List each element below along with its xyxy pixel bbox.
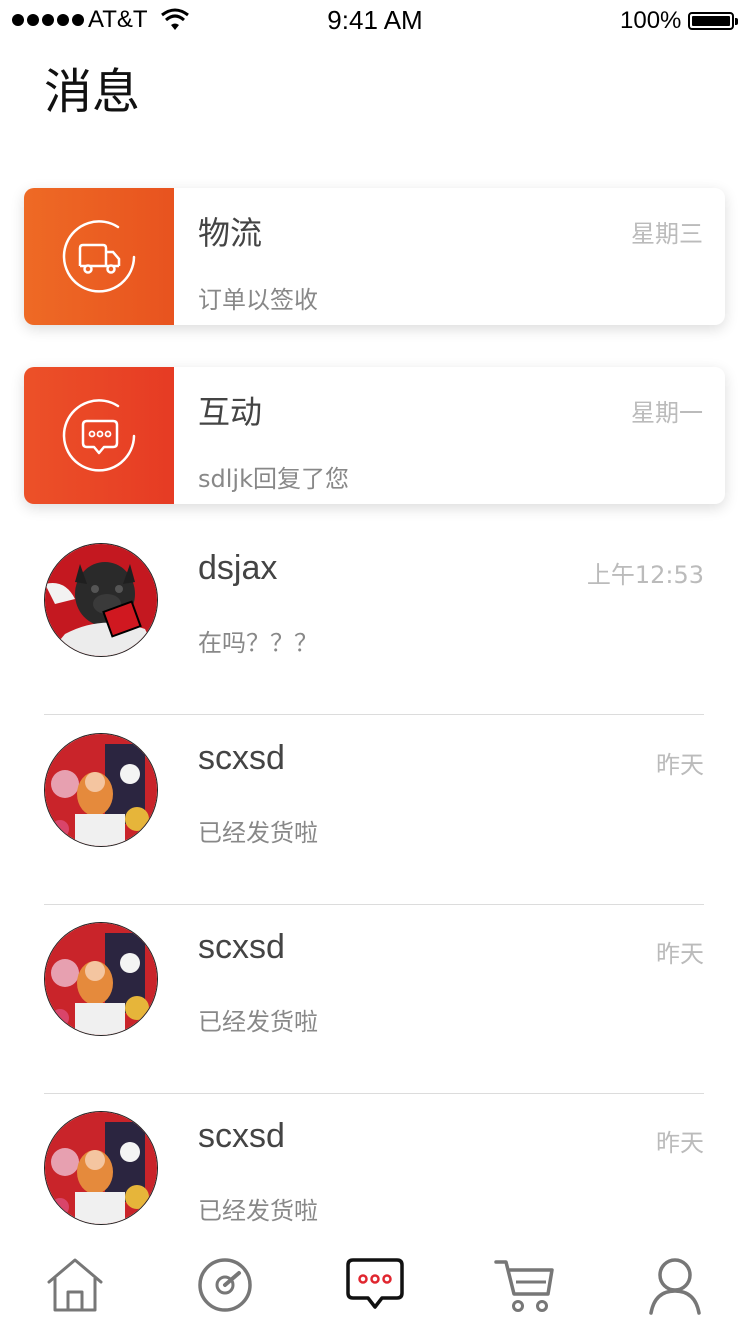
message-preview: 已经发货啦 bbox=[198, 819, 318, 847]
contact-name: scxsd bbox=[198, 1117, 285, 1155]
battery-percentage: 100% bbox=[620, 7, 682, 34]
battery-icon bbox=[688, 12, 738, 30]
message-icon bbox=[346, 1258, 404, 1309]
message-row-scxsd[interactable]: scxsd 昨天 已经发货啦 bbox=[44, 904, 704, 1094]
card-time: 星期一 bbox=[631, 399, 703, 427]
logistics-icon-panel bbox=[24, 188, 174, 325]
card-subtitle: 订单以签收 bbox=[198, 286, 318, 314]
message-row-scxsd[interactable]: scxsd 昨天 已经发货啦 bbox=[44, 1093, 704, 1240]
card-time: 星期三 bbox=[631, 220, 703, 248]
chat-bubble-icon bbox=[62, 398, 136, 472]
avatar bbox=[44, 543, 158, 657]
truck-icon bbox=[62, 219, 136, 293]
tab-bar bbox=[0, 1240, 750, 1335]
avatar bbox=[44, 733, 158, 847]
contact-name: dsjax bbox=[198, 549, 278, 587]
message-time: 上午12:53 bbox=[586, 561, 704, 589]
contact-name: scxsd bbox=[198, 739, 285, 777]
page-title: 消息 bbox=[44, 64, 141, 120]
tab-messages[interactable] bbox=[335, 1250, 415, 1320]
message-row-dsjax[interactable]: dsjax 上午12:53 在吗？？？ bbox=[44, 525, 704, 715]
status-bar: AT&T 9:41 AM 100% bbox=[0, 0, 750, 40]
message-preview: 已经发货啦 bbox=[198, 1008, 318, 1036]
message-time: 昨天 bbox=[656, 1129, 704, 1157]
card-subtitle: sdljk回复了您 bbox=[198, 465, 349, 493]
logistics-card[interactable]: 物流 星期三 订单以签收 bbox=[24, 188, 725, 325]
tab-discover[interactable] bbox=[185, 1250, 265, 1320]
message-preview: 已经发货啦 bbox=[198, 1197, 318, 1225]
message-time: 昨天 bbox=[656, 940, 704, 968]
avatar bbox=[44, 922, 158, 1036]
message-row-scxsd[interactable]: scxsd 昨天 已经发货啦 bbox=[44, 715, 704, 905]
avatar bbox=[44, 1111, 158, 1225]
tab-profile[interactable] bbox=[635, 1250, 715, 1320]
contact-name: scxsd bbox=[198, 928, 285, 966]
discover-icon bbox=[198, 1258, 252, 1312]
cart-icon bbox=[494, 1260, 554, 1312]
tab-home[interactable] bbox=[35, 1250, 115, 1320]
profile-icon bbox=[649, 1258, 701, 1315]
tab-cart[interactable] bbox=[485, 1250, 565, 1320]
card-title: 互动 bbox=[198, 393, 263, 431]
message-time: 昨天 bbox=[656, 751, 704, 779]
card-title: 物流 bbox=[198, 214, 263, 252]
interaction-card[interactable]: 互动 星期一 sdljk回复了您 bbox=[24, 367, 725, 504]
message-preview: 在吗？？？ bbox=[198, 629, 318, 657]
interaction-icon-panel bbox=[24, 367, 174, 504]
home-icon bbox=[47, 1258, 103, 1312]
